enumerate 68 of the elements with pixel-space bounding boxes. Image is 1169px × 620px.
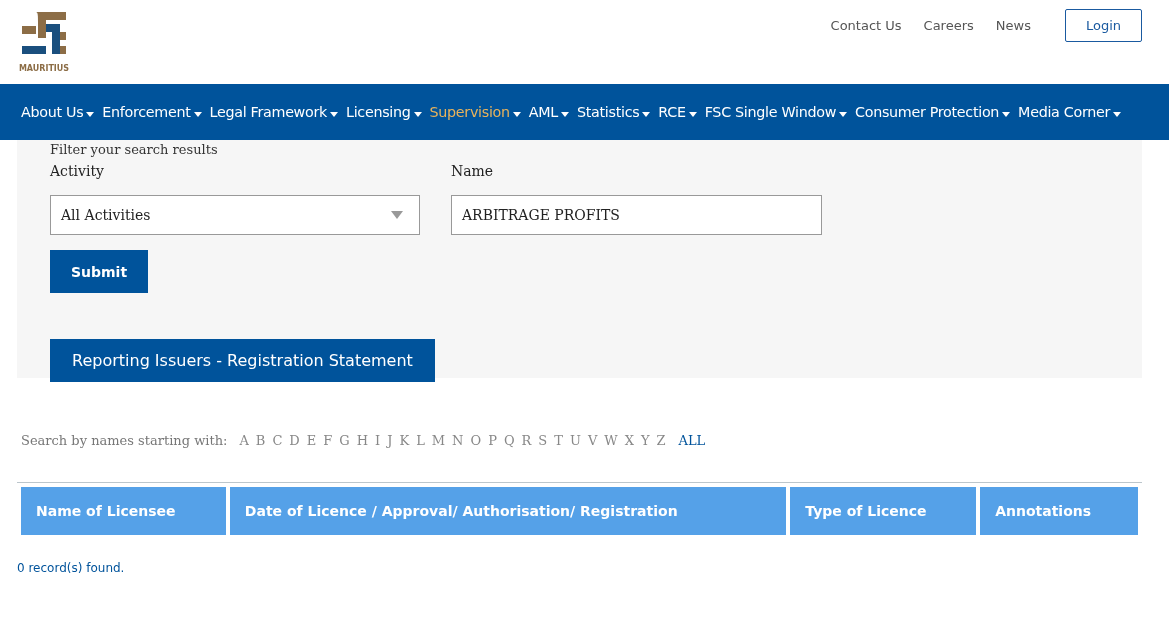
letter-link[interactable]: R (521, 433, 532, 448)
letter-link[interactable]: S (538, 433, 548, 448)
letter-link[interactable]: D (289, 433, 300, 448)
letter-link[interactable]: ALL (678, 433, 706, 448)
nav-item[interactable]: Statistics (577, 104, 651, 120)
letter-link[interactable]: P (488, 433, 497, 448)
caret-icon (86, 111, 95, 117)
dropdown-caret-icon (391, 211, 403, 219)
caret-icon (512, 111, 521, 117)
nav-item[interactable]: Consumer Protection (855, 104, 1011, 120)
login-button[interactable]: Login (1064, 9, 1142, 42)
nav-item[interactable]: Supervision (429, 104, 521, 120)
field-label: Activity (50, 163, 105, 179)
letter-link[interactable]: Y (640, 433, 650, 448)
letter-link[interactable]: B (255, 433, 266, 448)
column-header: Name of Licensee (21, 487, 226, 535)
letter-link[interactable]: X (624, 433, 634, 448)
top-link[interactable]: Contact Us (830, 18, 902, 33)
letter-link[interactable]: N (452, 433, 464, 448)
top-link[interactable]: News (995, 18, 1031, 33)
letter-link[interactable]: F (323, 433, 333, 448)
nav-item[interactable]: Enforcement (102, 104, 202, 120)
letter-link[interactable]: A (239, 433, 249, 448)
letter-link[interactable]: K (399, 433, 410, 448)
letter-link[interactable]: E (306, 433, 317, 448)
letter-link[interactable]: Z (656, 433, 666, 448)
letter-link[interactable]: V (587, 433, 598, 448)
letter-link[interactable]: C (272, 433, 283, 448)
nav-item[interactable]: Licensing (346, 104, 422, 120)
column-header: Date of Licence / Approval/ Authorisation/ Registration (229, 487, 787, 535)
letter-link[interactable]: U (569, 433, 581, 448)
letter-link[interactable]: J (387, 433, 393, 448)
caret-icon (1002, 111, 1011, 117)
letter-link[interactable]: O (470, 433, 482, 448)
nav-item[interactable]: FSC Single Window (704, 104, 848, 120)
caret-icon (1113, 111, 1122, 117)
nav-item[interactable]: Media Corner (1018, 104, 1122, 120)
name-field[interactable]: ARBITRAGE PROFITS (451, 195, 822, 235)
activity-dropdown[interactable]: All Activities (50, 195, 420, 235)
caret-icon (839, 111, 848, 117)
caret-icon (413, 111, 422, 117)
nav-item[interactable]: AML (528, 104, 569, 120)
letter-link[interactable]: M (431, 433, 446, 448)
submit-button[interactable]: Submit (50, 250, 148, 293)
caret-icon (688, 111, 697, 117)
logo-caption: MAURITIUS (18, 64, 70, 73)
filter-heading: Filter your search results (50, 142, 219, 157)
column-header: Annotations (980, 487, 1138, 535)
letter-link[interactable]: W (604, 433, 618, 448)
statement-button[interactable]: Reporting Issuers - Registration Statement (50, 339, 435, 382)
letter-link[interactable]: H (356, 433, 369, 448)
nav-item[interactable]: Legal Framework (209, 104, 339, 120)
top-link[interactable]: Careers (923, 18, 974, 33)
caret-icon (561, 111, 569, 117)
nav-item[interactable]: About Us (21, 104, 95, 120)
letter-link[interactable]: G (339, 433, 350, 448)
caret-icon (642, 111, 651, 117)
letter-link[interactable]: Q (503, 433, 515, 448)
field-label: Name (451, 163, 495, 179)
record-count: 0 record(s) found. (16, 560, 126, 575)
letter-link[interactable]: T (554, 433, 563, 448)
caret-icon (330, 111, 339, 117)
alphabet-label: Search by names starting with: (21, 433, 228, 448)
nav-item[interactable]: RCE (658, 104, 697, 120)
caret-icon (193, 111, 202, 117)
letter-link[interactable]: L (416, 433, 425, 448)
column-header: Type of Licence (790, 487, 977, 535)
letter-link[interactable]: I (375, 433, 381, 448)
